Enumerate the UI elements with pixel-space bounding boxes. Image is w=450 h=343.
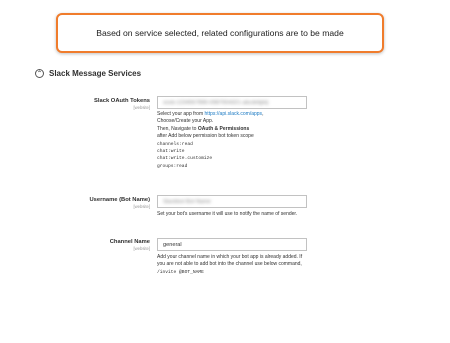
oauth-note-line2: Choose/Create your App.: [157, 118, 214, 125]
channel-label: Channel Name [website]: [0, 239, 150, 251]
oauth-note-suffix: ,: [262, 111, 264, 117]
collapse-chevron-icon[interactable]: ⌃: [35, 69, 44, 78]
oauth-note-line3-prefix: Then, Navigate to: [157, 125, 198, 132]
oauth-permissions-text: OAuth & Permissions: [197, 125, 250, 132]
username-input[interactable]: Slackbot Bot Name: [157, 195, 307, 208]
channel-note-text: Add your channel name in which your bot …: [157, 254, 303, 268]
oauth-note-line4: after Add below permission bot token sco…: [157, 133, 254, 140]
section-header-slack[interactable]: ⌃ Slack Message Services: [35, 69, 141, 78]
oauth-token-input[interactable]: xoxb-1234567890-0987654321-abcdefghij: [157, 96, 307, 109]
section-title: Slack Message Services: [49, 69, 142, 78]
username-label: Username (Bot Name) [website]: [0, 197, 150, 209]
oauth-note-prefix: Select your app from: [157, 111, 205, 117]
username-label-text: Username (Bot Name): [89, 197, 150, 203]
callout-text: Based on service selected, related confi…: [96, 28, 344, 38]
username-help-note: Set your bot's username it will use to n…: [157, 211, 307, 218]
scope-groups-read: groups:read: [157, 163, 188, 169]
channel-label-text: Channel Name: [109, 239, 150, 245]
channel-name-value: general: [163, 241, 182, 248]
username-note-text: Set your bot's username it will use to n…: [157, 211, 298, 217]
username-scope: [website]: [133, 204, 150, 209]
scope-chat-write-customize: chat:write.customize: [157, 156, 213, 162]
oauth-label-text: Slack OAuth Tokens: [94, 98, 150, 104]
slack-apps-link[interactable]: https://api.slack.com/apps: [205, 111, 263, 117]
username-value: Slackbot Bot Name: [163, 198, 211, 205]
oauth-token-value: xoxb-1234567890-0987654321-abcdefghij: [163, 99, 269, 106]
info-callout: Based on service selected, related confi…: [56, 13, 384, 53]
channel-name-input[interactable]: general: [157, 238, 307, 251]
channel-help-note: Add your channel name in which your bot …: [157, 254, 307, 276]
scope-channels-read: channels:read: [157, 141, 193, 147]
channel-scope: [website]: [133, 246, 150, 251]
oauth-label: Slack OAuth Tokens [website]: [0, 98, 150, 110]
scope-chat-write: chat:write: [157, 149, 185, 155]
oauth-help-note: Select your app from https://api.slack.c…: [157, 111, 307, 170]
oauth-scope: [website]: [133, 105, 150, 110]
invite-command: /invite @BOT_NAME: [157, 269, 204, 275]
